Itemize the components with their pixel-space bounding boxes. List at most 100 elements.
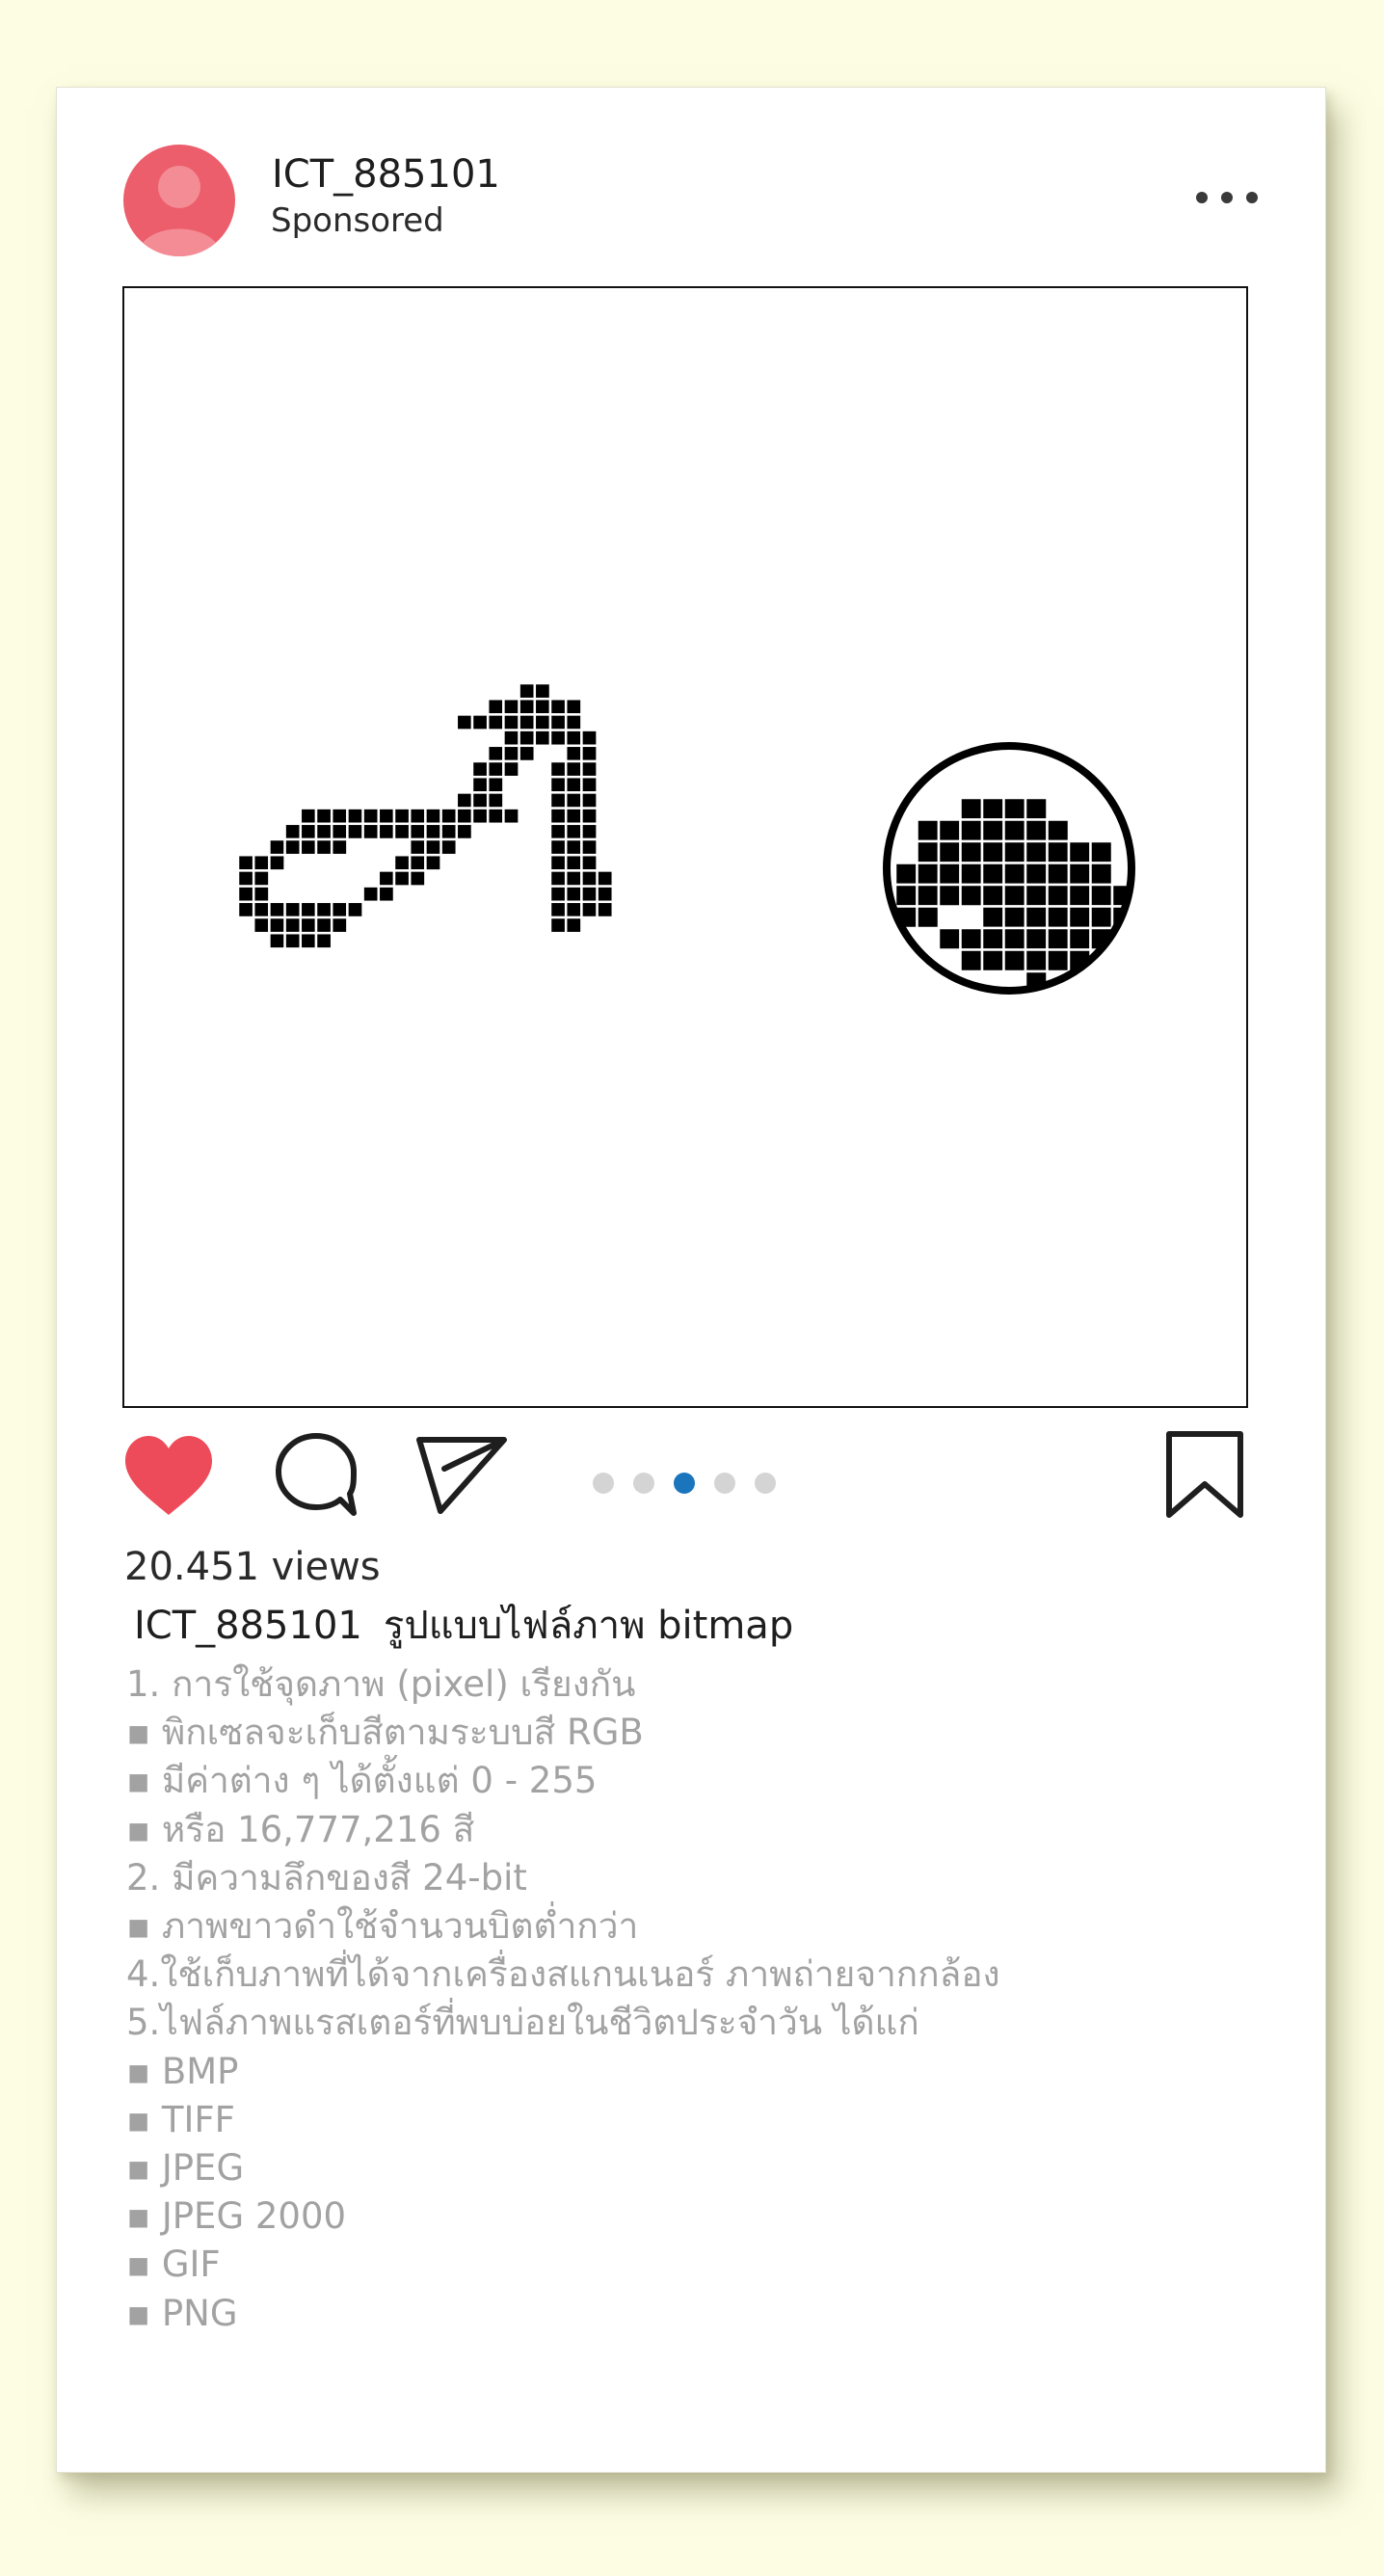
pixel-cell [1002, 948, 1027, 973]
paper-plane-icon[interactable] [415, 1434, 510, 1517]
pixel-cell [299, 822, 318, 841]
pixel-glyph [236, 681, 615, 950]
pixel-cell [377, 822, 396, 841]
pixel-cell [283, 837, 303, 857]
pixel-cell [959, 862, 984, 887]
pixel-cell [486, 744, 505, 763]
pixel-cell [580, 775, 599, 794]
pixel-cell [486, 807, 505, 826]
pixel-cell [424, 837, 442, 857]
pixel-cell [980, 926, 1005, 951]
pixel-cell [502, 697, 520, 716]
pixel-cell [268, 916, 286, 935]
pixel-cell [580, 759, 599, 779]
pixel-cell [455, 807, 474, 826]
pixel-cell [502, 729, 520, 748]
carousel-dot[interactable] [633, 1473, 654, 1494]
pixel-cell [424, 853, 442, 872]
more-dot [1196, 192, 1208, 203]
pixel-cell [314, 916, 333, 935]
pixel-cell [1002, 926, 1027, 951]
pixel-cell [548, 759, 568, 779]
pixel-cell [596, 900, 615, 919]
pixel-cell [236, 900, 255, 919]
pixel-cell [548, 837, 568, 857]
pixel-cell [533, 681, 552, 701]
pixel-circle [883, 742, 1135, 995]
description-line: 1. การใช้จุดภาพ (pixel) เรียงกัน [126, 1663, 636, 1705]
description-line: 5.ไฟล์ภาพแรสเตอร์ที่พบบ่อยในชีวิตประจำวั… [126, 2002, 919, 2044]
pixel-cell [893, 883, 918, 908]
pixel-cell [980, 839, 1005, 864]
caption-description: 1. การใช้จุดภาพ (pixel) เรียงกัน ▪ พิกเซล… [126, 1660, 1000, 2338]
more-dot [1246, 192, 1258, 203]
pixel-cell [1002, 905, 1027, 930]
pixel-cell [314, 822, 333, 841]
pixel-cell [580, 853, 599, 872]
more-dot [1221, 192, 1233, 203]
pixel-cell [299, 931, 318, 950]
pixel-cell [959, 818, 984, 843]
pixel-cell [252, 885, 271, 904]
pixel-cell [486, 697, 505, 716]
pixel-cell [548, 822, 568, 841]
pixel-cell [564, 697, 583, 716]
pixel-cell [283, 916, 303, 935]
bookmark-icon[interactable] [1165, 1430, 1244, 1521]
caption-username[interactable]: ICT_885101 [134, 1604, 362, 1648]
pixel-cell [486, 775, 505, 794]
pixel-cell [564, 807, 583, 826]
avatar[interactable] [123, 145, 235, 256]
description-line: ▪ พิกเซลจะเก็บสีตามระบบสี RGB [126, 1712, 644, 1754]
description-line: 2. มีความลึกของสี 24-bit [126, 1856, 527, 1899]
pixel-cell [439, 822, 459, 841]
pixel-cell [580, 791, 599, 810]
pixel-cell [439, 837, 459, 857]
comment-bubble-icon[interactable] [273, 1430, 359, 1519]
pixel-cell [1024, 905, 1049, 930]
pixel-cell [916, 839, 941, 864]
post-card: ICT_885101 Sponsored 20.451 views ICT_88… [56, 87, 1326, 2473]
pixel-cell [564, 744, 583, 763]
carousel-dot[interactable] [674, 1473, 695, 1494]
carousel-dot[interactable] [755, 1473, 776, 1494]
pixel-cell [268, 853, 286, 872]
pixel-cell [1067, 905, 1092, 930]
pixel-cell [916, 905, 941, 930]
pixel-cell [314, 807, 333, 826]
pixel-cell [299, 900, 318, 919]
carousel-dot[interactable] [714, 1473, 735, 1494]
pixel-cell [937, 862, 962, 887]
pixel-cell [596, 869, 615, 888]
pixel-cell [470, 775, 490, 794]
view-count: 20.451 views [124, 1545, 381, 1589]
description-line: ▪ PNG [126, 2292, 238, 2334]
pixel-cell [548, 900, 568, 919]
pixel-cell [330, 900, 349, 919]
post-username[interactable]: ICT_885101 [272, 151, 500, 198]
pixel-cell [959, 926, 984, 951]
pixel-cell [455, 822, 474, 841]
pixel-cell [1089, 839, 1114, 864]
description-line: ▪ JPEG [126, 2147, 245, 2190]
more-options-icon[interactable] [1196, 184, 1258, 211]
carousel-indicator[interactable] [593, 1473, 776, 1494]
pixel-cell [346, 807, 364, 826]
pixel-cell [564, 775, 583, 794]
pixel-cell [564, 759, 583, 779]
pixel-cell [408, 822, 427, 841]
post-caption: ICT_885101 รูปแบบไฟล์ภาพ bitmap [134, 1602, 793, 1650]
pixel-cell [236, 885, 255, 904]
pixel-cell [486, 713, 505, 731]
description-line: ▪ ภาพขาวดำใช้จำนวนบิตต่ำกว่า [126, 1905, 639, 1948]
pixel-cell [564, 822, 583, 841]
pixel-cell [548, 853, 568, 872]
carousel-dot[interactable] [593, 1473, 614, 1494]
post-image[interactable] [122, 286, 1248, 1408]
pixel-cell [1089, 862, 1114, 887]
pixel-cell [330, 916, 349, 935]
heart-icon[interactable] [121, 1432, 216, 1519]
pixel-cell [564, 885, 583, 904]
pixel-cell [455, 791, 474, 810]
pixel-cell [1046, 862, 1071, 887]
